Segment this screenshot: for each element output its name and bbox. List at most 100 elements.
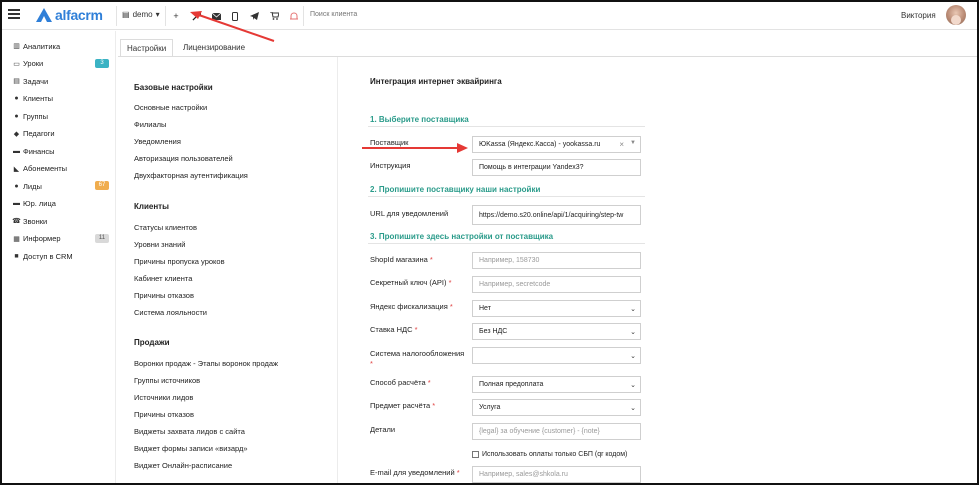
chevron-down-icon: ⌄ — [630, 353, 636, 360]
payment-method-select[interactable]: Полная предоплата ⌄ — [472, 376, 641, 393]
settings-menu-link[interactable]: Причины отказов — [134, 291, 194, 300]
column-divider — [337, 57, 338, 483]
settings-menu-link[interactable]: Виджет формы записи «визард» — [134, 444, 248, 453]
avatar[interactable] — [946, 5, 966, 25]
settings-menu-link[interactable]: Виджет Онлайн-расписание — [134, 461, 232, 470]
phone-icon: ☎ — [12, 218, 21, 225]
details-input[interactable]: {legal} за обучение {customer} - {note} — [472, 423, 641, 440]
logo[interactable]: alfacrm — [36, 7, 103, 23]
sbp-checkbox-row[interactable]: Использовать оплаты только СБП (qr кодом… — [472, 451, 627, 458]
sidebar-item[interactable]: ▬ Юр. лица — [12, 197, 112, 211]
url-field[interactable]: https://demo.s20.online/api/1/acquiring/… — [472, 205, 641, 225]
sidebar-item[interactable]: ▤ Задачи — [12, 74, 112, 88]
vat-select[interactable]: Без НДС ⌄ — [472, 323, 641, 340]
divider — [116, 6, 117, 26]
url-label: URL для уведомлений — [370, 209, 449, 218]
instruction-link[interactable]: Помощь в интеграции Yandex3? — [472, 159, 641, 176]
sidebar-item[interactable]: ▬ Финансы — [12, 144, 112, 158]
tag-icon: ◣ — [13, 165, 20, 173]
sidebar-item[interactable]: ● Группы — [12, 109, 112, 123]
sidebar-item-label: Финансы — [23, 146, 55, 156]
provider-select[interactable]: ЮKassa (Яндекс.Касса) - yookassa.ru × ▼ — [472, 136, 641, 153]
sidebar: ▥ Аналитика ▭ Уроки 3 ▤ Задачи ● Клиенты ● Группы ◆… — [2, 31, 116, 483]
settings-menu-link[interactable]: Причины пропуска уроков — [134, 257, 225, 266]
instruction-label: Инструкция — [370, 161, 411, 170]
settings-menu-link[interactable]: Уровни знаний — [134, 240, 185, 249]
settings-menu-link[interactable]: Система лояльности — [134, 308, 207, 317]
settings-menu-link[interactable]: Причины отказов — [134, 410, 194, 419]
logo-text: alfacrm — [55, 7, 103, 23]
hamburger-menu-icon[interactable] — [8, 9, 20, 21]
tab-settings[interactable]: Настройки — [120, 39, 174, 57]
tab-underline — [118, 56, 977, 57]
vat-label: Ставка НДС * — [370, 325, 418, 334]
secret-key-input[interactable]: Например, secretcode — [472, 276, 641, 293]
sidebar-item-label: Звонки — [23, 216, 48, 226]
sidebar-item-label: Педагоги — [23, 129, 55, 138]
settings-menu-link[interactable]: Воронки продаж - Этапы воронок продаж — [134, 359, 278, 368]
settings-menu-link[interactable]: Двухфакторная аутентификация — [134, 171, 248, 180]
sidebar-item[interactable]: ● Лиды 67 — [12, 179, 112, 193]
sidebar-item[interactable]: ▥ Аналитика — [12, 39, 112, 53]
sbp-checkbox[interactable] — [472, 451, 479, 458]
clear-icon[interactable]: × — [619, 140, 624, 149]
chevron-down-icon: ⌄ — [630, 329, 636, 336]
annotation-arrow-toolbar — [190, 11, 275, 42]
money-icon: ▬ — [13, 147, 20, 155]
user-icon: ● — [14, 95, 19, 102]
settings-menu-link[interactable]: Группы источников — [134, 376, 200, 385]
bell-icon[interactable] — [286, 8, 302, 24]
calendar-icon: ▭ — [13, 60, 20, 68]
divider — [303, 6, 304, 26]
count-badge: 67 — [95, 181, 109, 190]
settings-menu-link[interactable]: Авторизация пользователей — [134, 154, 233, 163]
divider — [165, 6, 166, 26]
section-provider-settings: 3. Пропишите здесь настройки от поставщи… — [370, 232, 554, 241]
sidebar-item[interactable]: ▭ Уроки 3 — [12, 57, 112, 71]
settings-menu-link[interactable]: Статусы клиентов — [134, 223, 197, 232]
payment-subject-select[interactable]: Услуга ⌄ — [472, 399, 641, 416]
settings-menu-link[interactable]: Основные настройки — [134, 103, 207, 112]
details-label: Детали — [370, 425, 396, 434]
sidebar-item[interactable]: ▦ Информер 11 — [12, 232, 112, 246]
settings-menu-link[interactable]: Кабинет клиента — [134, 274, 192, 283]
sidebar-item-label: Задачи — [23, 76, 49, 86]
sidebar-item-label: Информер — [23, 234, 61, 243]
tasks-icon: ▤ — [13, 78, 20, 85]
fiscalization-select[interactable]: Нет ⌄ — [472, 300, 641, 317]
inbox-icon: ▦ — [13, 235, 20, 243]
menu-heading-base: Базовые настройки — [134, 83, 213, 92]
client-search-input[interactable] — [310, 11, 430, 18]
sidebar-item[interactable]: ◆ Педагоги — [12, 127, 112, 141]
settings-menu-link[interactable]: Филиалы — [134, 120, 166, 129]
caret-down-icon: ▼ — [630, 140, 636, 146]
sidebar-item-label: Уроки — [23, 59, 44, 68]
user-name[interactable]: Виктория — [901, 11, 936, 20]
sidebar-item[interactable]: ● Клиенты — [12, 92, 112, 106]
tax-system-select[interactable]: ⌄ — [472, 347, 641, 364]
settings-menu-link[interactable]: Уведомления — [134, 137, 181, 146]
shopid-input[interactable]: Например, 158730 — [472, 252, 641, 269]
sidebar-item-label: Абонементы — [23, 164, 68, 173]
sidebar-item-label: Группы — [23, 111, 48, 121]
top-bar: alfacrm ▤ demo ▾ + Виктория — [2, 2, 977, 30]
provider-value: ЮKassa (Яндекс.Касса) - yookassa.ru — [479, 141, 601, 148]
settings-menu-link[interactable]: Виджеты захвата лидов с сайта — [134, 427, 245, 436]
sbp-checkbox-label: Использовать оплаты только СБП (qr кодом… — [482, 451, 628, 458]
settings-menu-link[interactable]: Источники лидов — [134, 393, 193, 402]
account-dropdown[interactable]: ▤ demo ▾ — [122, 10, 160, 19]
sidebar-item-label: Лиды — [23, 181, 42, 191]
sidebar-item-label: Доступ в CRM — [23, 251, 73, 261]
email-input[interactable]: Например, sales@shkola.ru — [472, 466, 641, 483]
url-value: https://demo.s20.online/api/1/acquiring/… — [479, 211, 624, 219]
shopid-label: ShopId магазина * — [370, 255, 433, 264]
secret-key-label: Секретный ключ (API) * — [370, 278, 452, 287]
section-choose-provider: 1. Выберите поставщика — [370, 115, 469, 124]
chevron-down-icon: ⌄ — [630, 405, 636, 412]
sidebar-item[interactable]: ■ Доступ в CRM — [12, 249, 112, 263]
sidebar-item[interactable]: ◣ Абонементы — [12, 162, 112, 176]
account-name: demo — [132, 10, 153, 19]
chevron-down-icon: ⌄ — [630, 382, 636, 389]
sidebar-item[interactable]: ☎ Звонки — [12, 214, 112, 228]
briefcase-icon: ▬ — [13, 200, 20, 207]
